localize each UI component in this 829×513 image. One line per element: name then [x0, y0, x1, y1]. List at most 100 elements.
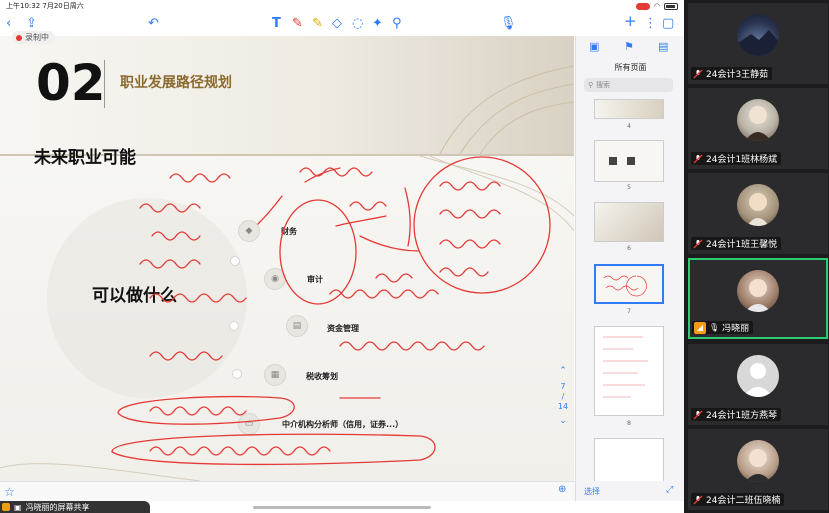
- status-time-date: 上午10:32 7月20日周六: [6, 2, 84, 10]
- lasso-icon[interactable]: ◌: [352, 17, 363, 30]
- mic-muted-icon: [693, 154, 703, 163]
- person-icon: [743, 363, 773, 397]
- shapes-icon[interactable]: ✦: [372, 17, 383, 30]
- battery-icon: [664, 2, 678, 10]
- plus-icon[interactable]: +: [624, 14, 637, 29]
- page-thumbnail-panel: ▣ ⚑ ▤ 所有页面 ⚲ 搜索 4 5 6 7 8: [575, 36, 684, 481]
- finance-node-icon: ◆: [238, 220, 260, 242]
- audit-label: 审计: [307, 275, 323, 284]
- participant-name-tag: 24会计二班伍晓楠: [691, 493, 785, 506]
- thumbnail-page-8[interactable]: [594, 326, 664, 416]
- qr-code-icon: [627, 157, 635, 165]
- center-text: 可以做什么: [92, 286, 177, 306]
- page-up-icon[interactable]: ⌃: [555, 366, 571, 376]
- tax-node-icon: ▦: [264, 364, 286, 386]
- participant-name-tag: 24会计1班方燕琴: [691, 408, 782, 421]
- notes-toolbar: ‹ ⇪ ↶ T ✎ ✎ ◇ ◌ ✦ ⚲ 🎙 + ⋮ ▢: [0, 12, 684, 36]
- thumbnail-page-6[interactable]: [594, 202, 664, 242]
- chevron-left-icon[interactable]: ‹: [6, 17, 11, 30]
- participant-tile[interactable]: 24会计1班方燕琴: [688, 344, 828, 425]
- mic-muted-icon: [693, 410, 703, 419]
- participant-name: 24会计1班王馨悦: [706, 240, 778, 250]
- participant-tile[interactable]: 24会计3王静茹: [688, 3, 828, 84]
- text-icon[interactable]: T: [272, 17, 281, 30]
- participant-tile-active-speaker[interactable]: ◢ 🎙 冯晓丽: [688, 258, 828, 339]
- microphone-icon[interactable]: 🎙: [500, 17, 517, 30]
- avatar: [737, 440, 779, 482]
- page-search-input[interactable]: ⚲ 搜索: [584, 78, 673, 92]
- outline-tab-icon[interactable]: ▤: [658, 40, 668, 53]
- capital-node-icon: ▤: [286, 315, 308, 337]
- page-down-icon[interactable]: ⌄: [555, 416, 571, 426]
- avatar-figure: [745, 279, 771, 312]
- current-page: 7: [560, 382, 566, 391]
- screen-share-bar[interactable]: ▣ 冯晓丽的屏幕共享: [0, 501, 150, 513]
- link-icon[interactable]: ⚲: [392, 17, 402, 30]
- connector-dot: [229, 321, 239, 331]
- select-button[interactable]: 选择: [584, 486, 600, 497]
- thumbnail-page-5[interactable]: [594, 140, 664, 182]
- thumbnail-page-9[interactable]: [594, 438, 664, 481]
- zoom-icon[interactable]: ⊕: [558, 484, 566, 495]
- slide-header: 02 职业发展路径规划: [0, 36, 574, 154]
- star-icon[interactable]: ☆: [4, 485, 15, 499]
- search-icon: ⚲: [588, 81, 594, 89]
- participant-name-tag: 24会计1班王馨悦: [691, 237, 782, 250]
- analyst-label: 中介机构分析师（信用，证券...）: [282, 420, 404, 429]
- participant-list: 24会计3王静茹 24会计1班林杨斌 24会计1班王馨悦 ◢ 🎙 冯晓丽 24会…: [684, 0, 829, 513]
- thumbnail-ink: [603, 275, 647, 297]
- mic-muted-icon: [693, 239, 703, 248]
- avatar: [737, 14, 779, 56]
- thumbnails-tab-icon[interactable]: ▣: [589, 40, 599, 53]
- participant-name-tag: 24会计1班林杨斌: [691, 152, 782, 165]
- participant-name: 24会计1班林杨斌: [706, 155, 778, 165]
- avatar: [737, 184, 779, 226]
- tax-label: 税收筹划: [306, 372, 338, 381]
- share-indicator-icon: [2, 503, 10, 511]
- avatar-landscape: [737, 30, 779, 56]
- thumbnail-number: 5: [627, 184, 631, 191]
- more-icon[interactable]: ⋮: [644, 17, 657, 30]
- recording-dot-icon: [16, 34, 22, 41]
- page-separator: /: [561, 392, 565, 401]
- thumbnail-page-7[interactable]: [594, 264, 664, 304]
- participant-tile[interactable]: 24会计二班伍晓楠: [688, 429, 828, 510]
- highlighter-icon[interactable]: ✎: [312, 17, 323, 30]
- recording-indicator-icon: [635, 2, 650, 10]
- connector-dot: [232, 369, 242, 379]
- thumbnail-number: 7: [627, 308, 631, 315]
- participant-tile[interactable]: 24会计1班林杨斌: [688, 88, 828, 169]
- total-pages: 14: [557, 402, 569, 411]
- thumbnail-number: 4: [627, 123, 631, 130]
- pen-icon[interactable]: ✎: [292, 17, 303, 30]
- avatar: [737, 270, 779, 312]
- share-icon[interactable]: ⇪: [26, 17, 37, 30]
- analyst-node-icon: ▭: [238, 413, 260, 435]
- bottom-bar: ☆ ⊕: [0, 481, 575, 501]
- recording-badge: 录制中: [12, 31, 55, 44]
- avatar-figure: [745, 449, 771, 482]
- qr-code-icon: [609, 157, 617, 165]
- pages-icon[interactable]: ▢: [662, 17, 674, 30]
- home-indicator: [253, 506, 431, 509]
- panel-title: 所有页面: [614, 63, 647, 72]
- eraser-icon[interactable]: ◇: [332, 17, 342, 30]
- mic-muted-icon: [693, 495, 703, 504]
- expand-icon[interactable]: ⤢: [666, 485, 673, 495]
- thumbnail-number: 6: [627, 245, 631, 252]
- bookmarks-tab-icon[interactable]: ⚑: [624, 40, 634, 53]
- participant-name: 24会计二班伍晓楠: [706, 496, 781, 506]
- participant-name-tag: ◢ 🎙 冯晓丽: [692, 321, 754, 334]
- thumbnail-page-4[interactable]: [594, 99, 664, 119]
- shared-screen: 上午10:32 7月20日周六 ◠ ‹ ⇪ ↶ T ✎ ✎ ◇ ◌ ✦ ⚲ 🎙 …: [0, 0, 684, 513]
- avatar-figure: [747, 193, 769, 226]
- participant-name-tag: 24会计3王静茹: [691, 67, 773, 80]
- screen-share-icon: ▣: [14, 502, 22, 512]
- screen: 上午10:32 7月20日周六 ◠ ‹ ⇪ ↶ T ✎ ✎ ◇ ◌ ✦ ⚲ 🎙 …: [0, 0, 829, 513]
- status-bar: 上午10:32 7月20日周六 ◠: [0, 0, 684, 12]
- participant-tile[interactable]: 24会计1班王馨悦: [688, 173, 828, 254]
- connector-dot: [230, 256, 240, 266]
- undo-icon[interactable]: ↶: [148, 17, 159, 30]
- mic-on-icon: 🎙: [709, 323, 720, 332]
- slide-page-indicator[interactable]: ⌃ 7 / 14 ⌄: [555, 366, 571, 426]
